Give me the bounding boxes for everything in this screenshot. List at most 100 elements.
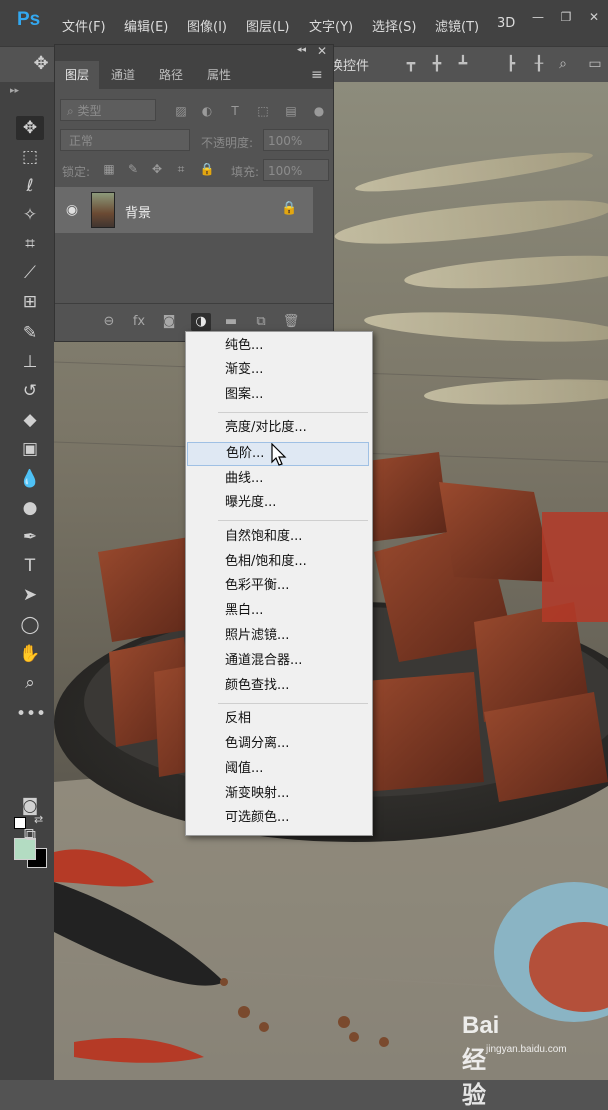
layer-row-background[interactable]: ◉ 背景 🔒 [55,187,313,233]
menu-item-curves[interactable]: 曲线... [187,467,369,491]
menu-edit[interactable]: 编辑(E) [124,16,168,35]
lock-transparent-icon[interactable]: ▦ [101,161,117,177]
delete-layer-icon[interactable]: 🗑 [281,313,301,331]
filter-pixel-icon[interactable]: ▨ [173,103,189,119]
menu-item-vibrance[interactable]: 自然饱和度... [187,525,369,549]
link-layers-icon[interactable]: ⊖ [99,313,119,331]
type-icon[interactable]: T [16,554,44,578]
new-group-icon[interactable]: ▬ [221,313,241,331]
blend-mode-select[interactable]: 正常 [60,129,190,151]
menu-layer[interactable]: 图层(L) [246,16,289,35]
tab-properties[interactable]: 属性 [197,61,241,89]
visibility-eye-icon[interactable]: ◉ [63,201,81,219]
menu-item-selective-color[interactable]: 可选颜色... [187,806,369,830]
align-top-icon[interactable]: ┳ [402,55,420,73]
show-transform-controls-label[interactable]: 换控件 [330,55,369,74]
menu-item-exposure[interactable]: 曝光度... [187,491,369,515]
menu-item-gradient[interactable]: 渐变... [187,358,369,382]
menu-3d[interactable]: 3D [497,16,515,31]
menu-separator [218,412,368,413]
menu-image[interactable]: 图像(I) [187,16,227,35]
dodge-icon[interactable]: ● [16,496,44,520]
mouse-cursor-icon [271,443,287,466]
filter-shape-icon[interactable]: ⬚ [255,103,271,119]
opacity-input[interactable]: 100% [263,129,329,151]
new-layer-icon[interactable]: ⧉ [251,313,271,331]
crop-icon[interactable]: ⌗ [16,232,44,256]
menu-select[interactable]: 选择(S) [372,16,416,35]
add-mask-icon[interactable]: ◙ [159,313,179,331]
filter-type-icon[interactable]: T [227,103,243,119]
menu-item-pattern[interactable]: 图案... [187,383,369,407]
fill-input[interactable]: 100% [263,159,329,181]
menu-item-posterize[interactable]: 色调分离... [187,732,369,756]
eyedropper-icon[interactable]: ⟋ [16,261,44,285]
lock-artboard-icon[interactable]: ⌗ [173,161,189,177]
toolbar-collapse-icon[interactable]: ▸▸ [10,86,19,96]
filter-adjustment-icon[interactable]: ◐ [199,103,215,119]
menu-item-black-white[interactable]: 黑白... [187,599,369,623]
close-button[interactable]: ✕ [584,8,604,26]
restore-button[interactable]: ❐ [556,8,576,26]
align-hcenter-icon[interactable]: ╂ [530,55,548,73]
brush-icon[interactable]: ✎ [16,321,44,345]
healing-icon[interactable]: ⊞ [16,290,44,314]
menu-item-gradient-map[interactable]: 渐变映射... [187,782,369,806]
menu-item-photo-filter[interactable]: 照片滤镜... [187,624,369,648]
filter-toggle-icon[interactable]: ● [311,103,327,119]
pen-icon[interactable]: ✒ [16,525,44,549]
zoom-icon[interactable]: ⌕ [16,671,44,695]
menu-filter[interactable]: 滤镜(T) [435,16,479,35]
search-icon[interactable]: ⌕ [554,55,572,73]
menu-item-solid-color[interactable]: 纯色... [187,334,369,358]
lasso-icon[interactable]: ℓ [16,174,44,198]
ellipse-icon[interactable]: ◯ [16,613,44,637]
align-bottom-icon[interactable]: ┻ [454,55,472,73]
workspace-icon[interactable]: ▭ [586,55,604,73]
menu-item-channel-mixer[interactable]: 通道混合器... [187,649,369,673]
align-left-icon[interactable]: ┣ [502,55,520,73]
panel-collapse-icon[interactable]: ◂◂ [297,45,306,55]
lock-all-icon[interactable]: 🔒 [199,161,215,177]
move-tool-icon[interactable]: ✥ [30,53,52,75]
menu-bar: Ps 文件(F) 编辑(E) 图像(I) 图层(L) 文字(Y) 选择(S) 滤… [0,0,608,46]
marquee-icon[interactable]: ⬚ [16,145,44,169]
magic-wand-icon[interactable]: ✧ [16,203,44,227]
layer-style-fx-icon[interactable]: fx [129,313,149,331]
tab-paths[interactable]: 路径 [149,61,193,89]
adjustment-layer-menu: 纯色... 渐变... 图案... 亮度/对比度... 色阶... 曲线... … [185,331,373,836]
layer-filter-select[interactable]: ⌕ 类型 [60,99,156,121]
menu-type[interactable]: 文字(Y) [309,16,353,35]
move-icon[interactable]: ✥ [16,116,44,140]
menu-item-invert[interactable]: 反相 [187,707,369,731]
menu-item-threshold[interactable]: 阈值... [187,757,369,781]
lock-image-icon[interactable]: ✎ [125,161,141,177]
panel-close-icon[interactable]: ✕ [317,44,327,58]
panel-header: ◂◂ ✕ [55,44,333,61]
history-brush-icon[interactable]: ↺ [16,379,44,403]
quick-mask-icon[interactable]: ◙ [16,794,44,818]
eraser-icon[interactable]: ◆ [16,408,44,432]
gradient-icon[interactable]: ▣ [16,437,44,461]
filter-smart-object-icon[interactable]: ▤ [283,103,299,119]
menu-item-brightness-contrast[interactable]: 亮度/对比度... [187,416,369,440]
stamp-icon[interactable]: ⊥ [16,350,44,374]
menu-item-hue-saturation[interactable]: 色相/饱和度... [187,550,369,574]
menu-item-color-lookup[interactable]: 颜色查找... [187,674,369,698]
screen-mode-icon[interactable]: ⧉ [16,823,44,847]
layers-panel: ◂◂ ✕ 图层 通道 路径 属性 ≡ ⌕ 类型 ▨ ◐ T ⬚ ▤ ● 正常 不… [54,44,334,342]
tab-channels[interactable]: 通道 [101,61,145,89]
panel-menu-icon[interactable]: ≡ [311,67,323,83]
menu-item-color-balance[interactable]: 色彩平衡... [187,574,369,598]
new-adjustment-layer-icon[interactable]: ◑ [191,313,211,331]
filter-kind-label: 类型 [77,104,102,118]
hand-icon[interactable]: ✋ [16,642,44,666]
menu-file[interactable]: 文件(F) [62,16,106,35]
align-vcenter-icon[interactable]: ╋ [428,55,446,73]
minimize-button[interactable]: — [528,8,548,26]
blur-icon[interactable]: 💧 [16,467,44,491]
lock-position-icon[interactable]: ✥ [149,161,165,177]
path-select-icon[interactable]: ➤ [16,583,44,607]
tab-layers[interactable]: 图层 [55,61,100,89]
more-icon[interactable]: ••• [16,702,46,726]
